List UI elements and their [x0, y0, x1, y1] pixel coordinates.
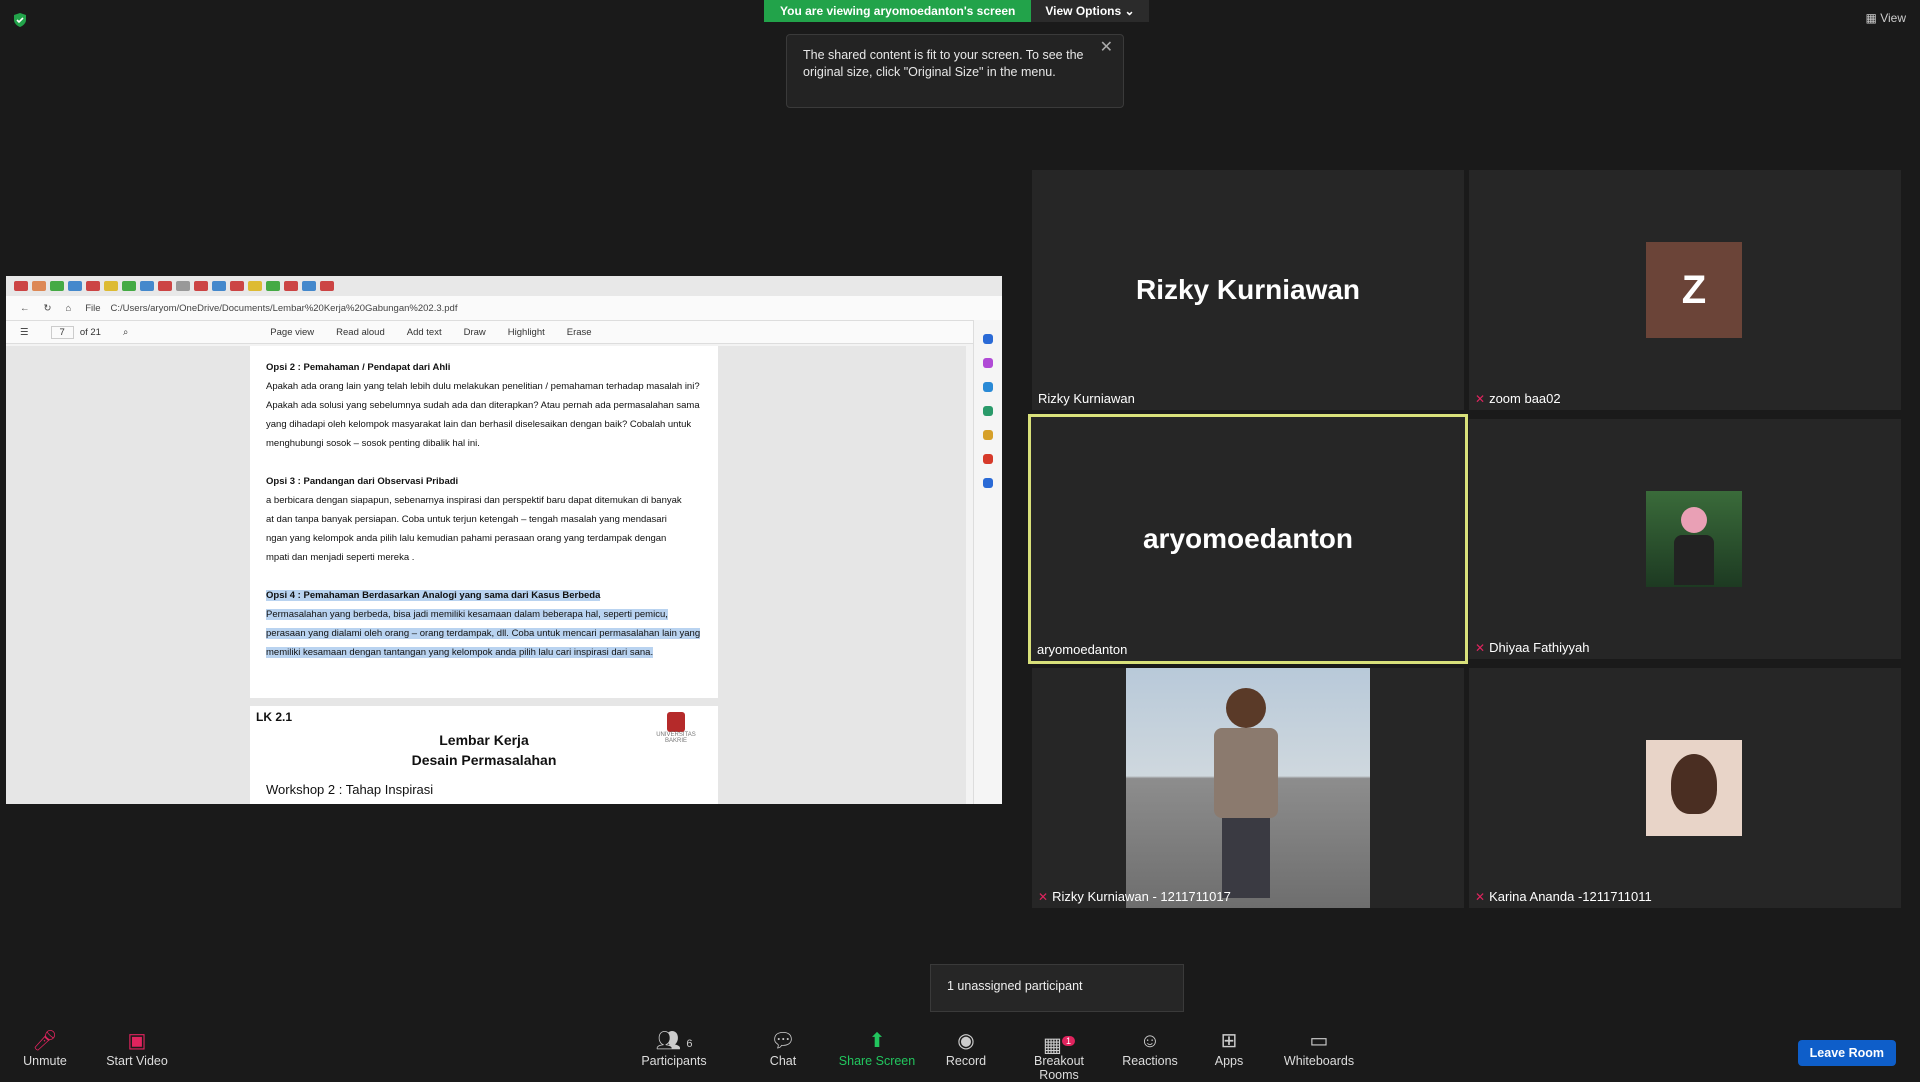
tooltip-text: The shared content is fit to your screen…	[803, 48, 1084, 79]
text-line: perasaan yang dialami oleh orang – orang…	[266, 628, 701, 639]
page-number-input[interactable]: 7	[50, 325, 74, 339]
avatar	[1646, 740, 1742, 836]
apps-icon: ⊞	[1220, 1030, 1238, 1052]
chat-button[interactable]: 💬︎ Chat	[738, 1028, 828, 1068]
shared-screen[interactable]: ← ↻ ⌂ File C:/Users/aryom/OneDrive/Docum…	[6, 276, 1002, 804]
screen-share-banner: You are viewing aryomoedanton's screen V…	[764, 0, 1149, 22]
record-icon: ◉	[957, 1030, 975, 1052]
pdf-toolbar: ☰ 7 of 21 ⌕ Page view Read aloud Add tex…	[6, 321, 1002, 344]
pdf-page-2: LK 2.1 Lembar Kerja Desain Permasalahan …	[250, 706, 718, 804]
search-icon[interactable]: ⌕	[123, 327, 128, 338]
tool-draw[interactable]: Draw	[464, 327, 486, 338]
text-line: menghubungi sosok – sosok penting dibali…	[266, 438, 480, 449]
record-button[interactable]: ◉ Record	[921, 1028, 1011, 1068]
reactions-icon: ☺	[1139, 1030, 1161, 1052]
breakout-rooms-button[interactable]: ▦ 1 Breakout Rooms	[1014, 1028, 1104, 1082]
opsi2-title: Opsi 2 : Pemahaman / Pendapat dari Ahli	[266, 362, 451, 373]
grid-view-icon: ▦	[1865, 11, 1877, 25]
tool-page-view[interactable]: Page view	[270, 327, 314, 338]
text-line: mpati dan menjadi seperti mereka .	[266, 552, 415, 563]
participant-label: Dhiyaa Fathiyyah	[1489, 640, 1590, 655]
leave-room-button[interactable]: Leave Room	[1797, 1040, 1896, 1066]
pdf-page: Opsi 2 : Pemahaman / Pendapat dari Ahli …	[250, 346, 718, 698]
participant-display-name: Rizky Kurniawan	[1135, 274, 1361, 305]
muted-mic-icon: ✕	[1475, 890, 1486, 904]
participant-display-name: aryomoedanton	[1142, 523, 1354, 554]
participant-tile[interactable]: ✕ Rizky Kurniawan - 1211711017	[1032, 668, 1464, 908]
video-feed	[1126, 668, 1370, 908]
avatar	[1646, 491, 1742, 587]
view-options-button[interactable]: View Options ⌄	[1031, 0, 1149, 22]
close-icon[interactable]: ✕	[1100, 39, 1113, 56]
text-line: Apakah ada solusi yang sebelumnya sudah …	[266, 400, 700, 411]
muted-mic-icon: 🎤︎	[32, 1030, 58, 1052]
url-text[interactable]: C:/Users/aryom/OneDrive/Documents/Lembar…	[111, 303, 458, 314]
browser-tab-bar	[6, 276, 1002, 296]
reactions-button[interactable]: ☺ Reactions	[1105, 1028, 1195, 1068]
unmute-button[interactable]: 🎤︎ Unmute	[0, 1028, 90, 1068]
bakrie-logo: UNIVERSITAS BAKRIE	[648, 712, 704, 744]
tool-add-text[interactable]: Add text	[407, 327, 442, 338]
contents-icon[interactable]: ☰	[20, 327, 29, 338]
text-line: ngan yang kelompok anda pilih lalu kemud…	[266, 533, 667, 544]
text-line: Apakah ada orang lain yang telah lebih d…	[266, 381, 700, 392]
share-screen-button[interactable]: ⬆ Share Screen	[832, 1028, 922, 1068]
tool-highlight[interactable]: Highlight	[508, 327, 545, 338]
text-line: at dan tanpa banyak persiapan. Coba untu…	[266, 514, 667, 525]
text-line: Permasalahan yang berbeda, bisa jadi mem…	[266, 609, 668, 620]
muted-mic-icon: ✕	[1038, 890, 1049, 904]
opsi4-title: Opsi 4 : Pemahaman Berdasarkan Analogi y…	[266, 590, 601, 601]
fit-screen-tooltip: The shared content is fit to your screen…	[786, 34, 1124, 108]
participants-button[interactable]: 👥︎ 6 Participants	[629, 1028, 719, 1068]
edge-sidebar	[973, 320, 1002, 804]
start-video-button[interactable]: ▣ Start Video	[92, 1028, 182, 1068]
share-screen-icon: ⬆	[868, 1030, 886, 1052]
back-icon[interactable]: ←	[20, 303, 30, 314]
page2-subtitle: Desain Permasalahan	[411, 752, 557, 768]
address-bar[interactable]: ← ↻ ⌂ File C:/Users/aryom/OneDrive/Docum…	[6, 296, 1002, 321]
participants-icon: 👥︎ 6	[655, 1030, 693, 1052]
participant-label: Karina Ananda -1211711011	[1489, 889, 1652, 904]
chat-icon: 💬︎	[770, 1030, 796, 1052]
view-button[interactable]: ▦ View	[1866, 11, 1906, 25]
muted-mic-icon: ✕	[1475, 392, 1486, 406]
participant-label: zoom baa02	[1489, 391, 1561, 406]
workshop-label: Workshop 2 : Tahap Inspirasi	[266, 782, 434, 797]
security-shield-icon[interactable]	[12, 12, 28, 28]
apps-button[interactable]: ⊞ Apps	[1184, 1028, 1274, 1068]
pdf-viewport[interactable]: Opsi 2 : Pemahaman / Pendapat dari Ahli …	[6, 346, 966, 804]
muted-mic-icon: ✕	[1475, 641, 1486, 655]
video-off-icon: ▣	[127, 1030, 147, 1052]
refresh-icon[interactable]: ↻	[44, 303, 52, 314]
participant-label: Rizky Kurniawan - 1211711017	[1052, 889, 1231, 904]
tool-erase[interactable]: Erase	[567, 327, 592, 338]
tool-read-aloud[interactable]: Read aloud	[336, 327, 385, 338]
text-line: memiliki kesamaan dengan tantangan yang …	[266, 647, 654, 658]
meeting-toolbar: 🎤︎ Unmute ▣ Start Video 👥︎ 6 Participants 💬…	[0, 1018, 1920, 1082]
participant-tile[interactable]: Z ✕ zoom baa02	[1469, 170, 1901, 410]
page-total: of 21	[79, 326, 101, 338]
opsi3-title: Opsi 3 : Pandangan dari Observasi Pribad…	[266, 476, 459, 487]
participant-label: Rizky Kurniawan	[1038, 391, 1135, 406]
participant-tile[interactable]: ✕ Dhiyaa Fathiyyah	[1469, 419, 1901, 659]
lk-label: LK 2.1	[256, 710, 293, 724]
unassigned-text: 1 unassigned participant	[947, 979, 1083, 993]
avatar: Z	[1646, 242, 1742, 338]
text-line: a berbicara dengan siapapun, sebenarnya …	[266, 495, 682, 506]
participant-tile-active[interactable]: aryomoedanton aryomoedanton	[1028, 414, 1468, 664]
whiteboards-button[interactable]: ▭ Whiteboards	[1274, 1028, 1364, 1068]
participant-tile[interactable]: ✕ Karina Ananda -1211711011	[1469, 668, 1901, 908]
breakout-rooms-icon: ▦ 1	[1014, 1028, 1104, 1057]
viewing-label: You are viewing aryomoedanton's screen	[764, 0, 1032, 22]
text-line: yang dihadapi oleh kelompok masyarakat l…	[266, 419, 692, 430]
unassigned-participant-notice[interactable]: 1 unassigned participant	[930, 964, 1184, 1012]
home-icon[interactable]: ⌂	[65, 303, 71, 314]
whiteboard-icon: ▭	[1309, 1030, 1329, 1052]
participant-label: aryomoedanton	[1037, 642, 1128, 657]
file-label: File	[85, 302, 101, 314]
participant-tile[interactable]: Rizky Kurniawan Rizky Kurniawan	[1032, 170, 1464, 410]
